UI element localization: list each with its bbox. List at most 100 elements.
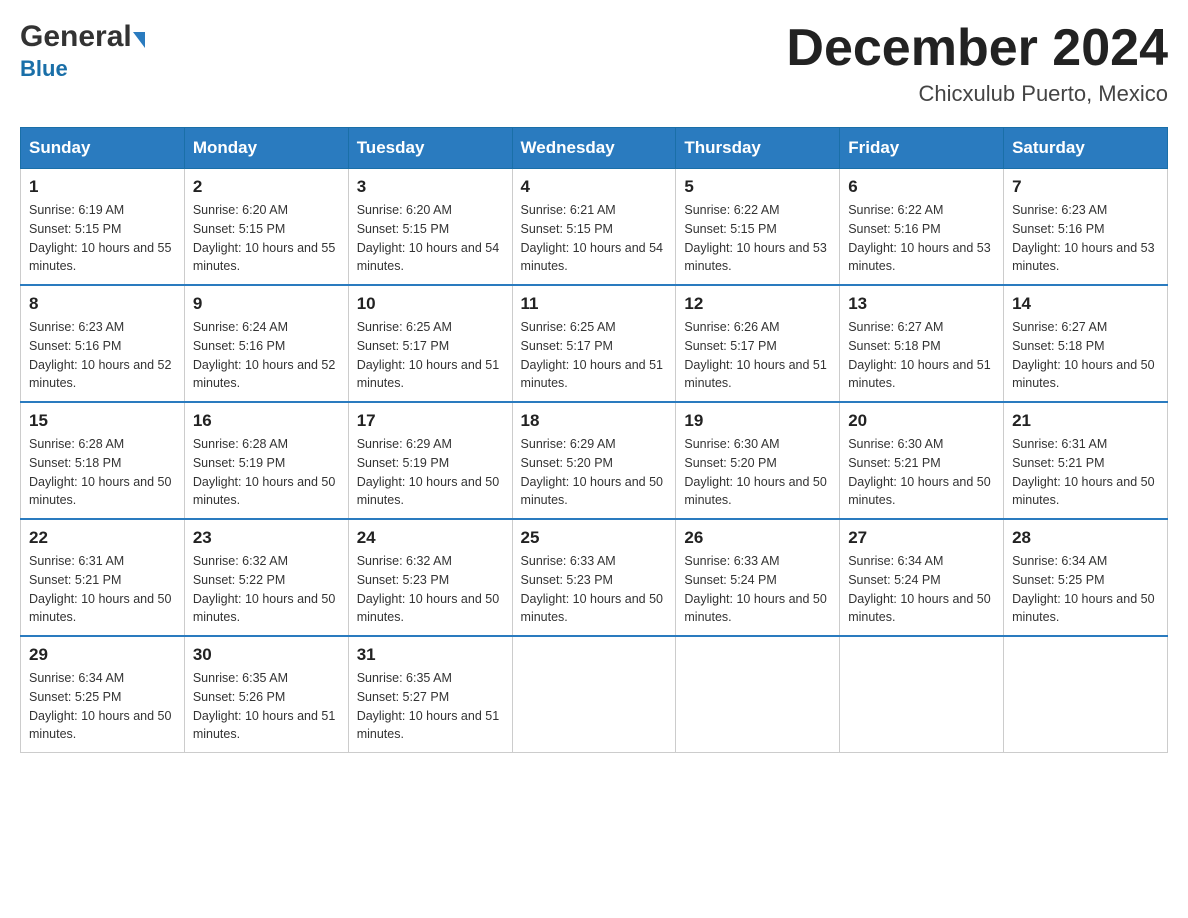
day-info: Sunrise: 6:33 AMSunset: 5:23 PMDaylight:… <box>521 552 668 627</box>
calendar-header-thursday: Thursday <box>676 128 840 169</box>
location-text: Chicxulub Puerto, Mexico <box>786 81 1168 107</box>
calendar-day-cell: 6 Sunrise: 6:22 AMSunset: 5:16 PMDaylight… <box>840 169 1004 286</box>
calendar-day-cell: 26 Sunrise: 6:33 AMSunset: 5:24 PMDayligh… <box>676 519 840 636</box>
day-info: Sunrise: 6:19 AMSunset: 5:15 PMDaylight:… <box>29 201 176 276</box>
day-number: 28 <box>1012 528 1159 548</box>
day-number: 23 <box>193 528 340 548</box>
day-info: Sunrise: 6:26 AMSunset: 5:17 PMDaylight:… <box>684 318 831 393</box>
day-number: 8 <box>29 294 176 314</box>
calendar-day-cell: 4 Sunrise: 6:21 AMSunset: 5:15 PMDaylight… <box>512 169 676 286</box>
calendar-day-cell: 19 Sunrise: 6:30 AMSunset: 5:20 PMDayligh… <box>676 402 840 519</box>
day-info: Sunrise: 6:22 AMSunset: 5:15 PMDaylight:… <box>684 201 831 276</box>
day-info: Sunrise: 6:21 AMSunset: 5:15 PMDaylight:… <box>521 201 668 276</box>
calendar-day-cell: 7 Sunrise: 6:23 AMSunset: 5:16 PMDaylight… <box>1004 169 1168 286</box>
day-info: Sunrise: 6:27 AMSunset: 5:18 PMDaylight:… <box>1012 318 1159 393</box>
day-number: 3 <box>357 177 504 197</box>
day-number: 1 <box>29 177 176 197</box>
calendar-day-cell <box>1004 636 1168 753</box>
calendar-header-monday: Monday <box>184 128 348 169</box>
day-info: Sunrise: 6:22 AMSunset: 5:16 PMDaylight:… <box>848 201 995 276</box>
day-number: 15 <box>29 411 176 431</box>
calendar-day-cell: 28Sunrise: 6:34 AMSunset: 5:25 PMDayligh… <box>1004 519 1168 636</box>
day-info: Sunrise: 6:28 AMSunset: 5:18 PMDaylight:… <box>29 435 176 510</box>
calendar-day-cell: 21 Sunrise: 6:31 AMSunset: 5:21 PMDayligh… <box>1004 402 1168 519</box>
day-number: 25 <box>521 528 668 548</box>
calendar-day-cell <box>676 636 840 753</box>
day-number: 12 <box>684 294 831 314</box>
calendar-day-cell: 1 Sunrise: 6:19 AMSunset: 5:15 PMDaylight… <box>21 169 185 286</box>
logo: General Blue <box>20 20 145 82</box>
calendar-day-cell: 29Sunrise: 6:34 AMSunset: 5:25 PMDayligh… <box>21 636 185 753</box>
day-info: Sunrise: 6:34 AMSunset: 5:24 PMDaylight:… <box>848 552 995 627</box>
calendar-week-row: 15 Sunrise: 6:28 AMSunset: 5:18 PMDayligh… <box>21 402 1168 519</box>
day-info: Sunrise: 6:31 AMSunset: 5:21 PMDaylight:… <box>29 552 176 627</box>
day-info: Sunrise: 6:32 AMSunset: 5:23 PMDaylight:… <box>357 552 504 627</box>
calendar-week-row: 29Sunrise: 6:34 AMSunset: 5:25 PMDayligh… <box>21 636 1168 753</box>
calendar-day-cell: 17 Sunrise: 6:29 AMSunset: 5:19 PMDayligh… <box>348 402 512 519</box>
day-number: 11 <box>521 294 668 314</box>
day-number: 7 <box>1012 177 1159 197</box>
calendar-header-sunday: Sunday <box>21 128 185 169</box>
calendar-header-row: SundayMondayTuesdayWednesdayThursdayFrid… <box>21 128 1168 169</box>
day-number: 20 <box>848 411 995 431</box>
day-info: Sunrise: 6:23 AMSunset: 5:16 PMDaylight:… <box>29 318 176 393</box>
calendar-day-cell: 11 Sunrise: 6:25 AMSunset: 5:17 PMDayligh… <box>512 285 676 402</box>
day-number: 5 <box>684 177 831 197</box>
day-info: Sunrise: 6:29 AMSunset: 5:20 PMDaylight:… <box>521 435 668 510</box>
day-number: 21 <box>1012 411 1159 431</box>
calendar-day-cell: 31Sunrise: 6:35 AMSunset: 5:27 PMDayligh… <box>348 636 512 753</box>
calendar-day-cell: 23 Sunrise: 6:32 AMSunset: 5:22 PMDayligh… <box>184 519 348 636</box>
day-number: 29 <box>29 645 176 665</box>
day-number: 31 <box>357 645 504 665</box>
calendar-day-cell: 14Sunrise: 6:27 AMSunset: 5:18 PMDayligh… <box>1004 285 1168 402</box>
calendar-day-cell: 13 Sunrise: 6:27 AMSunset: 5:18 PMDayligh… <box>840 285 1004 402</box>
title-section: December 2024 Chicxulub Puerto, Mexico <box>786 20 1168 107</box>
calendar-table: SundayMondayTuesdayWednesdayThursdayFrid… <box>20 127 1168 753</box>
day-number: 30 <box>193 645 340 665</box>
day-number: 4 <box>521 177 668 197</box>
day-info: Sunrise: 6:30 AMSunset: 5:20 PMDaylight:… <box>684 435 831 510</box>
calendar-day-cell: 8 Sunrise: 6:23 AMSunset: 5:16 PMDaylight… <box>21 285 185 402</box>
day-number: 6 <box>848 177 995 197</box>
calendar-day-cell: 20 Sunrise: 6:30 AMSunset: 5:21 PMDayligh… <box>840 402 1004 519</box>
calendar-day-cell <box>840 636 1004 753</box>
day-info: Sunrise: 6:20 AMSunset: 5:15 PMDaylight:… <box>193 201 340 276</box>
day-info: Sunrise: 6:23 AMSunset: 5:16 PMDaylight:… <box>1012 201 1159 276</box>
day-number: 24 <box>357 528 504 548</box>
calendar-header-tuesday: Tuesday <box>348 128 512 169</box>
calendar-day-cell: 24 Sunrise: 6:32 AMSunset: 5:23 PMDayligh… <box>348 519 512 636</box>
calendar-week-row: 22Sunrise: 6:31 AMSunset: 5:21 PMDayligh… <box>21 519 1168 636</box>
day-info: Sunrise: 6:25 AMSunset: 5:17 PMDaylight:… <box>521 318 668 393</box>
day-info: Sunrise: 6:27 AMSunset: 5:18 PMDaylight:… <box>848 318 995 393</box>
calendar-day-cell: 5 Sunrise: 6:22 AMSunset: 5:15 PMDaylight… <box>676 169 840 286</box>
day-info: Sunrise: 6:35 AMSunset: 5:26 PMDaylight:… <box>193 669 340 744</box>
day-number: 27 <box>848 528 995 548</box>
day-info: Sunrise: 6:24 AMSunset: 5:16 PMDaylight:… <box>193 318 340 393</box>
calendar-day-cell: 2 Sunrise: 6:20 AMSunset: 5:15 PMDaylight… <box>184 169 348 286</box>
day-number: 19 <box>684 411 831 431</box>
day-number: 17 <box>357 411 504 431</box>
day-info: Sunrise: 6:33 AMSunset: 5:24 PMDaylight:… <box>684 552 831 627</box>
calendar-day-cell: 22Sunrise: 6:31 AMSunset: 5:21 PMDayligh… <box>21 519 185 636</box>
calendar-day-cell: 3 Sunrise: 6:20 AMSunset: 5:15 PMDaylight… <box>348 169 512 286</box>
calendar-header-wednesday: Wednesday <box>512 128 676 169</box>
day-info: Sunrise: 6:31 AMSunset: 5:21 PMDaylight:… <box>1012 435 1159 510</box>
logo-general-text: General <box>20 20 132 54</box>
day-number: 2 <box>193 177 340 197</box>
page-header: General Blue December 2024 Chicxulub Pue… <box>20 20 1168 107</box>
calendar-day-cell: 12 Sunrise: 6:26 AMSunset: 5:17 PMDayligh… <box>676 285 840 402</box>
calendar-day-cell: 10Sunrise: 6:25 AMSunset: 5:17 PMDayligh… <box>348 285 512 402</box>
calendar-day-cell <box>512 636 676 753</box>
day-number: 26 <box>684 528 831 548</box>
day-info: Sunrise: 6:20 AMSunset: 5:15 PMDaylight:… <box>357 201 504 276</box>
day-info: Sunrise: 6:29 AMSunset: 5:19 PMDaylight:… <box>357 435 504 510</box>
logo-blue-text: Blue <box>20 56 68 82</box>
day-info: Sunrise: 6:30 AMSunset: 5:21 PMDaylight:… <box>848 435 995 510</box>
day-number: 18 <box>521 411 668 431</box>
day-number: 13 <box>848 294 995 314</box>
calendar-day-cell: 15 Sunrise: 6:28 AMSunset: 5:18 PMDayligh… <box>21 402 185 519</box>
calendar-header-friday: Friday <box>840 128 1004 169</box>
calendar-week-row: 1 Sunrise: 6:19 AMSunset: 5:15 PMDaylight… <box>21 169 1168 286</box>
logo-triangle-icon <box>133 32 145 48</box>
day-info: Sunrise: 6:32 AMSunset: 5:22 PMDaylight:… <box>193 552 340 627</box>
